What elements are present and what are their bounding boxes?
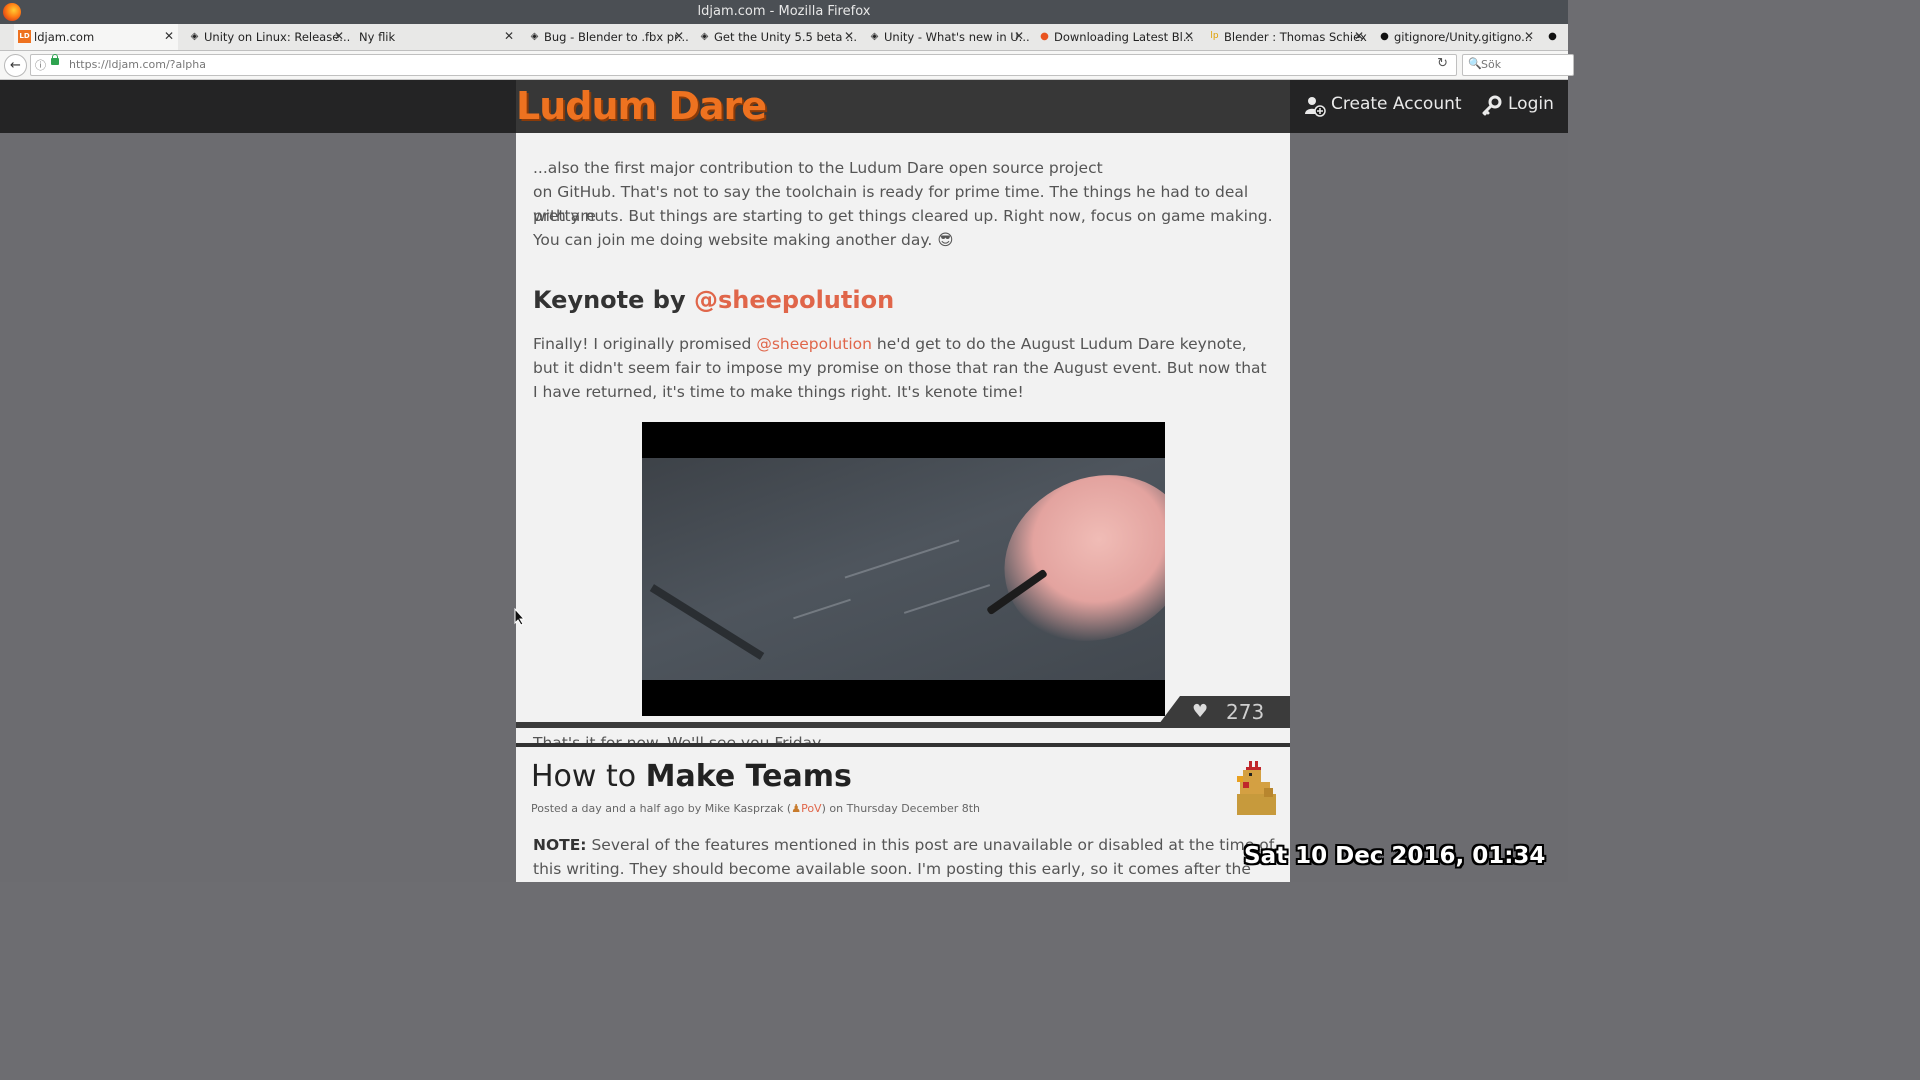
search-icon: 🔍 [1468,57,1482,70]
post-paragraph: pretty nuts. But things are starting to … [533,207,1273,249]
tab-label: Ny flik [359,30,396,44]
tab-label: ldjam.com [34,30,95,44]
unity-favicon-icon: ◈ [870,31,879,42]
close-tab-icon[interactable]: ✕ [1524,29,1534,43]
keynote-paragraph: Finally! I originally promised @sheepolu… [533,335,1267,401]
search-placeholder: Sök [1481,58,1502,71]
create-account-button[interactable]: Create Account [1304,94,1462,118]
post-welcome: ...also the first major contribution to … [516,80,1290,800]
back-arrow-icon[interactable]: ← [4,54,27,77]
navigation-toolbar: ← ⓘ https://ldjam.com/?alpha ↻ 🔍 Sök [0,51,1574,80]
add-user-icon [1305,97,1326,117]
login-button[interactable]: Login [1481,94,1554,118]
keynote-video-embed[interactable] [642,422,1165,716]
tab-label: Unity on Linux: Release... [204,30,351,44]
login-label: Login [1508,94,1554,114]
pov-badge-icon: ♟ [791,802,802,815]
tab-label: gitignore/Unity.gitigno... [1394,30,1533,44]
close-tab-icon[interactable]: ✕ [1014,29,1024,43]
heart-icon: ♥ [1192,701,1209,722]
key-icon [1482,95,1502,116]
tab-label: Blender : Thomas Schiex [1224,30,1367,44]
video-detail [844,539,960,579]
tab-label: Unity - What's new in U... [884,30,1030,44]
close-tab-icon[interactable]: ✕ [674,29,684,43]
post-make-teams: How to Make Teams Posted a day and a hal… [516,743,1290,882]
tab-bug-blender[interactable]: ◈ Bug - Blender to .fbx pr... ✕ [524,24,689,50]
reload-icon[interactable]: ↻ [1437,56,1448,71]
tab-new[interactable]: Ny flik ✕ [354,24,518,50]
tab-label: Bug - Blender to .fbx pr... [544,30,689,44]
github-favicon-icon: ● [1548,31,1557,42]
info-icon[interactable]: ⓘ [35,57,46,73]
askubuntu-favicon-icon: ● [1040,31,1049,42]
post-paragraph-fragment: ...also the first major contribution to … [533,159,1103,177]
unity-favicon-icon: ◈ [530,31,539,42]
lock-icon [51,54,59,65]
mention-link[interactable]: @sheepolution [694,286,894,314]
page-viewport: ...also the first major contribution to … [0,80,1568,882]
close-tab-icon[interactable]: ✕ [1354,29,1364,43]
video-detail [649,584,765,660]
tab-gitignore[interactable]: ● gitignore/Unity.gitigno... ✕ [1374,24,1538,50]
tab-ldjam[interactable]: LD ldjam.com ✕ [14,24,178,50]
mention-link[interactable]: @sheepolution [756,335,872,353]
ludum-dare-logo[interactable]: Ludum Dare [516,84,767,128]
tab-unity-linux[interactable]: ◈ Unity on Linux: Release... ✕ [184,24,351,50]
github-favicon-icon: ● [1380,31,1389,42]
create-account-label: Create Account [1331,94,1462,114]
site-header: Ludum Dare Create Account Login [0,80,1568,133]
window-titlebar: ldjam.com - Mozilla Firefox [0,0,1568,24]
video-detail [977,458,1165,671]
tab-unity-beta[interactable]: ◈ Get the Unity 5.5 beta ... ✕ [694,24,858,50]
close-tab-icon[interactable]: ✕ [504,29,514,43]
close-tab-icon[interactable]: ✕ [844,29,854,43]
search-input[interactable]: 🔍 Sök [1462,54,1574,76]
ludumdare-favicon-icon: LD [18,30,31,43]
tab-overflow[interactable]: ● [1542,24,1568,50]
unity-favicon-icon: ◈ [190,31,199,42]
keynote-heading: Keynote by @sheepolution [533,286,895,314]
tab-launchpad-blender[interactable]: lp Blender : Thomas Schiex ✕ [1204,24,1368,50]
video-detail [793,598,851,620]
post-note: NOTE: Several of the features mentioned … [533,836,1275,878]
tab-downloading-blender[interactable]: ● Downloading Latest Bl... ✕ [1034,24,1198,50]
url-text[interactable]: https://ldjam.com/?alpha [69,58,206,71]
video-detail [903,584,991,614]
close-tab-icon[interactable]: ✕ [1184,29,1194,43]
close-tab-icon[interactable]: ✕ [334,29,344,43]
tab-label: Get the Unity 5.5 beta ... [714,30,858,44]
pov-link[interactable]: PoV [801,802,822,815]
tab-label: Downloading Latest Bl... [1054,30,1194,44]
launchpad-favicon-icon: lp [1210,31,1219,41]
like-count: 273 [1226,700,1265,724]
post-meta: Posted a day and a half ago by Mike Kasp… [531,802,981,815]
tab-unity-whats-new[interactable]: ◈ Unity - What's new in U... ✕ [864,24,1030,50]
window-title: ldjam.com - Mozilla Firefox [697,4,871,19]
tab-strip: LD ldjam.com ✕ ◈ Unity on Linux: Release… [0,24,1568,51]
unity-favicon-icon: ◈ [700,31,709,42]
sunglasses-emoji-icon: 😎 [937,231,954,249]
url-bar[interactable]: ⓘ https://ldjam.com/?alpha ↻ [30,54,1457,76]
post-title[interactable]: How to Make Teams [531,759,852,794]
close-tab-icon[interactable]: ✕ [164,29,174,43]
clock-overlay: Sat 10 Dec 2016, 01:34 [1244,843,1546,869]
video-frame [642,458,1165,680]
mouse-cursor-icon [514,608,526,626]
avatar [1237,761,1276,815]
